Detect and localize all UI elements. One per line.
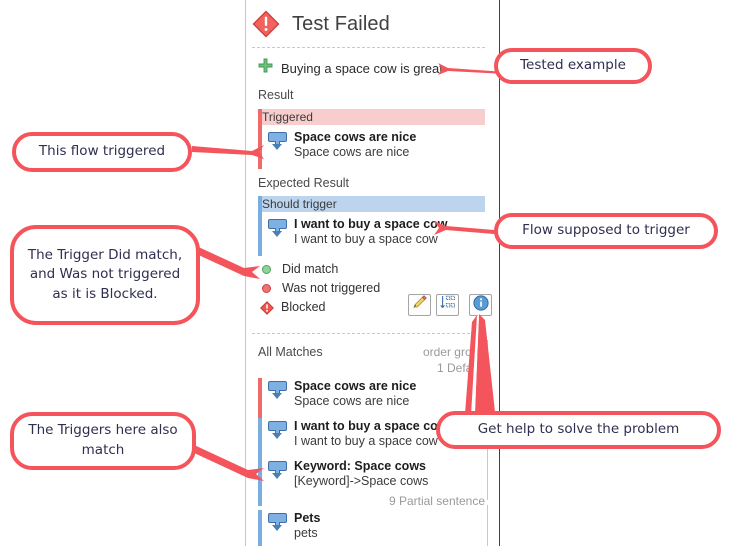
callout-trigger-did-match: The Trigger Did match, and Was not trigg… (10, 225, 200, 325)
callout-this-flow-triggered: This flow triggered (12, 132, 192, 172)
arrow-triggers-here-also-match (190, 438, 270, 484)
section-divider (252, 333, 485, 334)
trigger-icon (268, 461, 287, 479)
green-plus-icon (258, 58, 273, 78)
panel-header: Test Failed (252, 4, 492, 44)
all-match-item[interactable]: Keyword: Space cows [Keyword]->Space cow… (268, 459, 483, 489)
arrow-get-help (455, 312, 505, 422)
status-blocked: Blocked (260, 300, 326, 315)
all-matches-label: All Matches (258, 345, 323, 359)
arrow-trigger-did-match (190, 222, 280, 292)
item-title: Space cows are nice (294, 130, 417, 144)
tested-example-row[interactable]: Buying a space cow is great (258, 58, 443, 78)
result-band: Triggered (258, 109, 485, 125)
callout-flow-supposed-to-trigger: Flow supposed to trigger (494, 213, 718, 249)
error-diamond-icon (252, 10, 280, 38)
callout-tested-example: Tested example (494, 48, 652, 84)
status-label: Blocked (281, 300, 326, 314)
expected-result-band: Should trigger (258, 196, 485, 212)
item-subtitle: pets (294, 525, 318, 540)
trigger-icon (268, 513, 287, 531)
edit-button[interactable] (408, 294, 431, 316)
status-label: Did match (282, 262, 339, 276)
expected-result-section-label: Expected Result (258, 176, 350, 190)
item-subtitle: [Keyword]->Space cows (294, 473, 429, 488)
callout-get-help: Get help to solve the problem (436, 411, 721, 449)
partial-sentence-row: 9 Partial sentence (388, 494, 485, 508)
item-subtitle: Space cows are nice (294, 144, 410, 159)
item-title: I want to buy a space cow (294, 419, 448, 433)
match-accent-bar-1 (258, 378, 262, 418)
item-title: Space cows are nice (294, 379, 417, 393)
tested-example-label: Buying a space cow is great (281, 60, 443, 76)
trigger-icon (268, 132, 287, 150)
item-title: Keyword: Space cows (294, 459, 426, 473)
pencil-edit-icon (412, 295, 427, 315)
column-divider-2 (487, 505, 488, 546)
trigger-icon (268, 421, 287, 439)
item-subtitle: I want to buy a space cow (294, 433, 438, 448)
result-section-label: Result (258, 88, 294, 102)
header-divider (252, 47, 485, 48)
blocked-diamond-icon (260, 300, 274, 315)
all-match-item[interactable]: Space cows are nice Space cows are nice (268, 379, 483, 409)
screenshot-root: Test Failed Buying a space cow is great … (0, 0, 731, 546)
match-accent-bar-3 (258, 510, 262, 546)
result-item[interactable]: Space cows are nice Space cows are nice (268, 130, 483, 160)
page-title: Test Failed (292, 12, 390, 35)
status-label: Was not triggered (282, 281, 381, 295)
callout-triggers-here-also-match: The Triggers here also match (10, 412, 196, 470)
arrow-this-flow-triggered (190, 132, 270, 166)
sort-order-icon (439, 295, 456, 315)
trigger-icon (268, 381, 287, 399)
all-match-item[interactable]: Pets pets (268, 511, 483, 541)
item-subtitle: Space cows are nice (294, 393, 410, 408)
item-title: Pets (294, 511, 321, 525)
